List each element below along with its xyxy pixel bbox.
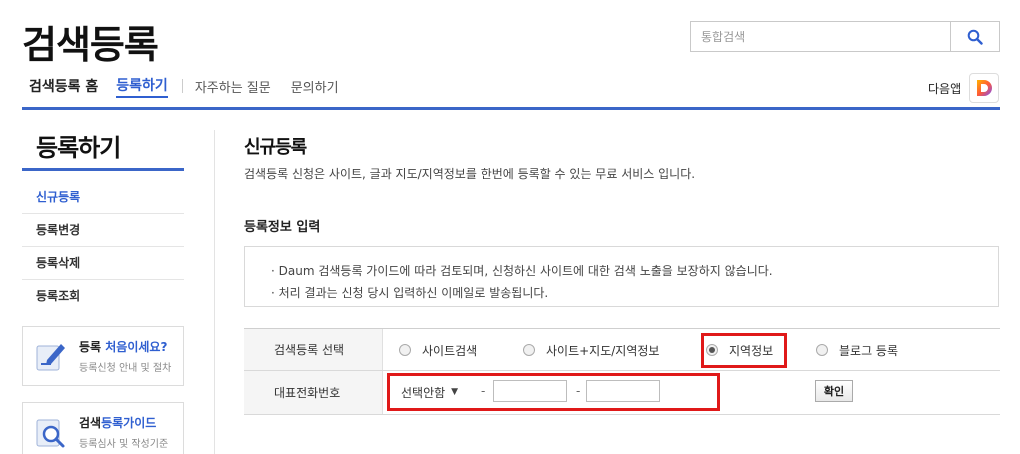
notice-line-2: · 처리 결과는 신청 당시 입력하신 이메일로 발송됩니다. bbox=[271, 286, 549, 300]
banner-first-highlight: 처음이세요? bbox=[105, 340, 168, 354]
option-site-search-label: 사이트검색 bbox=[422, 343, 478, 358]
sidebar-item-change[interactable]: 등록변경 bbox=[22, 214, 184, 247]
pencil-document-icon bbox=[36, 344, 65, 371]
search-box bbox=[690, 21, 1000, 52]
form-row-type: 검색등록 선택 사이트검색 사이트+지도/지역정보 지역정보 블로그 등록 bbox=[244, 329, 1000, 371]
banner-guide[interactable]: 검색등록가이드 등록심사 및 작성기준 bbox=[22, 402, 184, 454]
daum-app-link[interactable]: 다음앱 bbox=[928, 73, 1000, 103]
search-button[interactable] bbox=[950, 22, 999, 51]
page-description: 검색등록 신청은 사이트, 글과 지도/지역정보를 한번에 등록할 수 있는 무… bbox=[244, 167, 696, 181]
sidebar-title-underline bbox=[22, 168, 184, 171]
phone-label: 대표전화번호 bbox=[244, 371, 383, 414]
global-nav: 검색등록 홈 등록하기 자주하는 질문 문의하기 bbox=[29, 75, 359, 98]
registration-form: 검색등록 선택 사이트검색 사이트+지도/지역정보 지역정보 블로그 등록 대표… bbox=[244, 328, 1000, 415]
option-site-search[interactable]: 사이트검색 bbox=[399, 329, 477, 371]
phone-inputs: 선택안함 ▼ - - 확인 bbox=[383, 371, 1000, 414]
sidebar-menu: 신규등록 등록변경 등록삭제 등록조회 bbox=[22, 181, 184, 313]
nav-home[interactable]: 검색등록 홈 bbox=[29, 76, 98, 96]
type-options: 사이트검색 사이트+지도/지역정보 지역정보 블로그 등록 bbox=[383, 329, 1000, 370]
nav-register[interactable]: 등록하기 bbox=[116, 75, 168, 98]
banner-first-time[interactable]: 등록 처음이세요? 등록신청 안내 및 절차 bbox=[22, 326, 184, 386]
type-label: 검색등록 선택 bbox=[244, 329, 383, 370]
site-logo[interactable]: 검색등록 bbox=[22, 14, 159, 69]
magnifier-document-icon bbox=[36, 419, 65, 448]
sidebar-item-new[interactable]: 신규등록 bbox=[22, 181, 184, 214]
radio-site-map[interactable] bbox=[523, 344, 535, 356]
confirm-button[interactable]: 확인 bbox=[815, 380, 853, 402]
banner-first-desc: 등록신청 안내 및 절차 bbox=[79, 363, 172, 374]
option-blog[interactable]: 블로그 등록 bbox=[816, 329, 898, 371]
notice-line-1: · Daum 검색등록 가이드에 따라 검토되며, 신청하신 사이트에 대한 검… bbox=[271, 264, 773, 278]
option-site-map-label: 사이트+지도/지역정보 bbox=[546, 343, 660, 358]
option-blog-label: 블로그 등록 bbox=[839, 343, 899, 358]
sidebar-item-delete[interactable]: 등록삭제 bbox=[22, 247, 184, 280]
content-divider bbox=[214, 130, 215, 454]
page-title: 신규등록 bbox=[244, 137, 307, 158]
option-site-map[interactable]: 사이트+지도/지역정보 bbox=[523, 329, 659, 371]
banner-guide-highlight: 등록가이드 bbox=[101, 416, 157, 430]
highlight-local-info bbox=[701, 333, 787, 368]
banner-guide-title: 검색 bbox=[79, 416, 102, 430]
notice-box: · Daum 검색등록 가이드에 따라 검토되며, 신청하신 사이트에 대한 검… bbox=[244, 246, 999, 307]
banner-first-title: 등록 bbox=[79, 340, 106, 354]
banner-guide-desc: 등록심사 및 작성기준 bbox=[79, 439, 169, 450]
header-divider bbox=[22, 107, 1000, 110]
search-icon bbox=[967, 29, 983, 45]
form-row-phone: 대표전화번호 선택안함 ▼ - - 확인 bbox=[244, 371, 1000, 415]
radio-site-search[interactable] bbox=[399, 344, 411, 356]
sidebar-title: 등록하기 bbox=[36, 134, 121, 162]
daum-app-label: 다음앱 bbox=[928, 81, 962, 96]
nav-contact[interactable]: 문의하기 bbox=[291, 77, 339, 96]
radio-blog[interactable] bbox=[816, 344, 828, 356]
nav-divider bbox=[181, 79, 183, 93]
search-input[interactable] bbox=[691, 22, 950, 51]
highlight-phone bbox=[387, 373, 720, 411]
sidebar-item-lookup[interactable]: 등록조회 bbox=[22, 280, 184, 313]
daum-app-icon bbox=[969, 73, 1000, 103]
nav-faq[interactable]: 자주하는 질문 bbox=[195, 77, 271, 96]
section-title: 등록정보 입력 bbox=[244, 220, 321, 235]
